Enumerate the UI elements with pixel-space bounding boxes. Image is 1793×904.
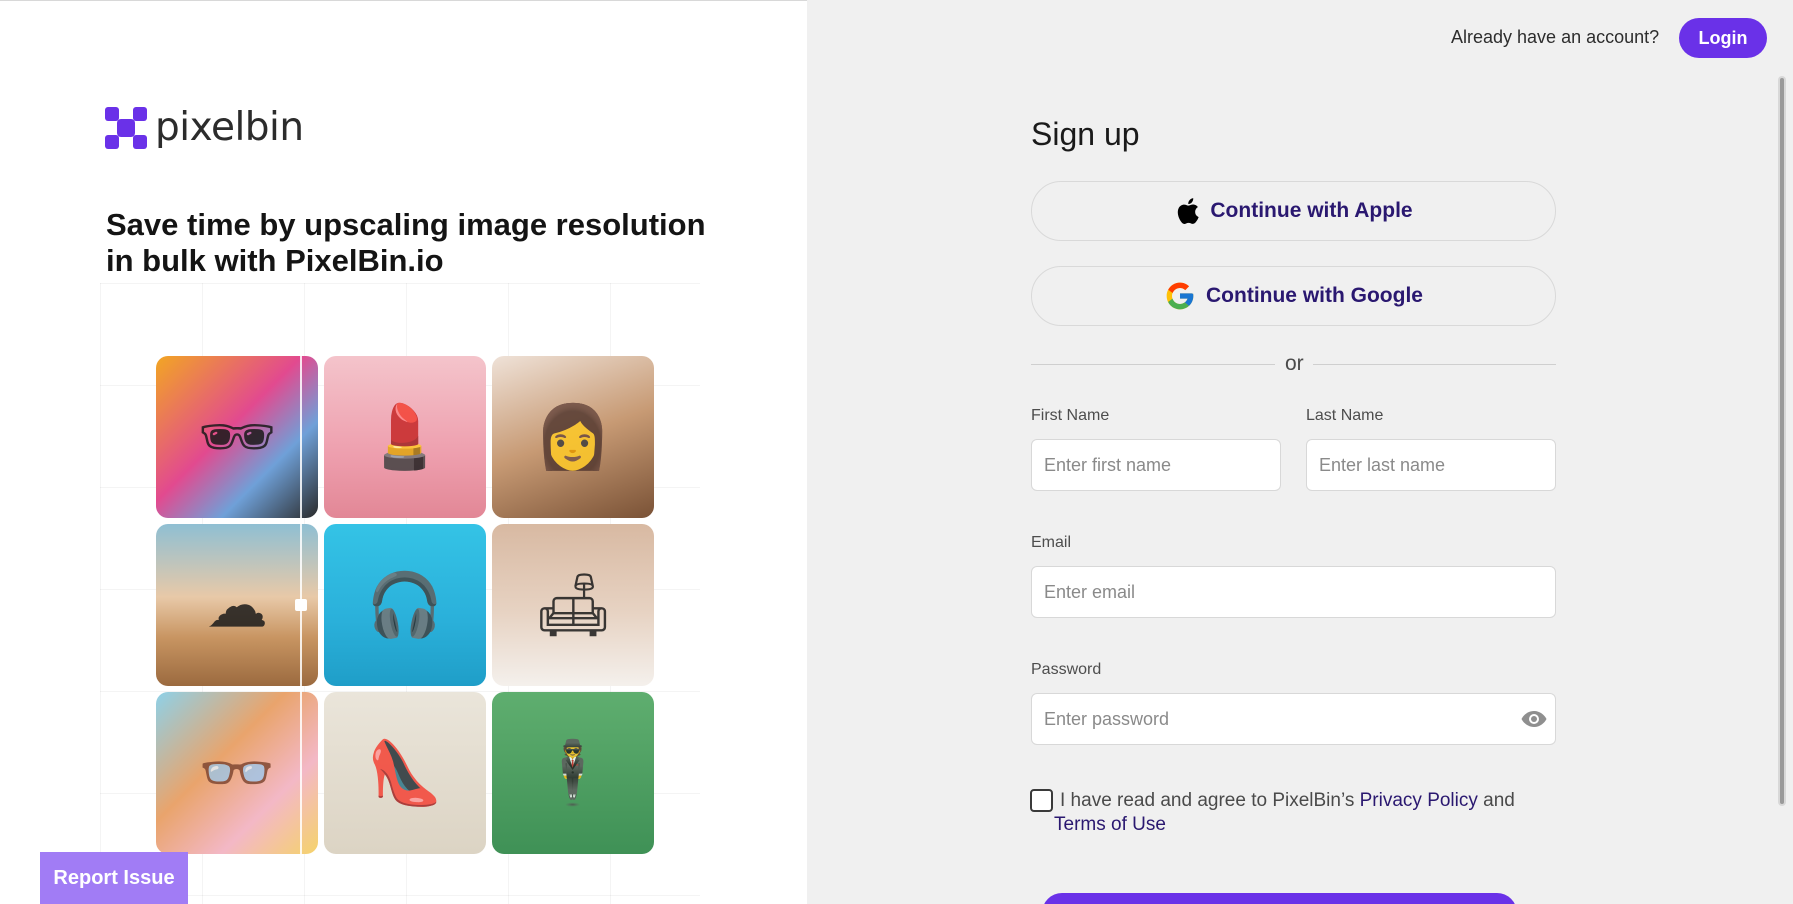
password-field[interactable] (1031, 693, 1556, 745)
terms-checkbox[interactable] (1030, 789, 1053, 812)
signup-panel (807, 0, 1793, 904)
brand-name: pixelbin (155, 105, 304, 150)
or-text: or (1285, 352, 1304, 375)
man-suit-icon: 🕴 (534, 736, 612, 809)
signup-title: Sign up (1031, 116, 1140, 152)
lipstick-icon: 💄 (366, 400, 444, 473)
sofa-icon: 🛋 (533, 568, 613, 641)
show-password-eye-icon[interactable] (1520, 709, 1548, 729)
privacy-policy-link[interactable]: Privacy Policy (1360, 790, 1478, 811)
high-heel-icon: 👠 (366, 736, 444, 809)
gallery-image: 👩 (492, 356, 654, 518)
gallery-image: 👓 (156, 692, 318, 854)
last-name-field[interactable] (1306, 439, 1556, 491)
apple-icon (1178, 198, 1200, 224)
gallery-image: 🕶 (156, 356, 318, 518)
agree-text: I have read and agree to PixelBin’s Priv… (1060, 790, 1515, 812)
sunglasses-icon: 🕶 (197, 400, 277, 473)
gallery-image: 🎧 (324, 524, 486, 686)
sample-image-gallery: 🕶 💄 👩 ☁ 🎧 🛋 👓 👠 🕴 (156, 356, 654, 854)
email-label: Email (1031, 534, 1072, 551)
continue-with-google-button[interactable]: Continue with Google (1031, 266, 1556, 326)
cloud-icon: ☁ (206, 568, 268, 642)
divider-line-left (1031, 364, 1275, 365)
login-button[interactable]: Login (1679, 18, 1767, 58)
google-label: Continue with Google (1206, 284, 1423, 307)
report-issue-button[interactable]: Report Issue (40, 852, 188, 904)
or-divider: or (1031, 352, 1556, 378)
already-have-account-text: Already have an account? (1451, 27, 1660, 47)
email-field[interactable] (1031, 566, 1556, 618)
terms-of-use-link[interactable]: Terms of Use (1054, 814, 1166, 836)
apple-label: Continue with Apple (1210, 199, 1413, 222)
comparison-slider-handle[interactable] (295, 599, 307, 611)
headline: Save time by upscaling image resolution … (106, 207, 706, 278)
scrollbar-thumb[interactable] (1780, 78, 1784, 804)
agree-prefix: I have read and agree to PixelBin’s (1060, 790, 1355, 811)
divider-line-right (1313, 364, 1556, 365)
gallery-image: 🕴 (492, 692, 654, 854)
gallery-image: 💄 (324, 356, 486, 518)
continue-with-apple-button[interactable]: Continue with Apple (1031, 181, 1556, 241)
marketing-panel: pixelbin Save time by upscaling image re… (0, 0, 807, 904)
first-name-label: First Name (1031, 407, 1110, 424)
headphones-icon: 🎧 (366, 568, 444, 641)
first-name-field[interactable] (1031, 439, 1281, 491)
glasses-icon: 👓 (198, 736, 276, 809)
pixelbin-logo-icon (105, 106, 147, 149)
woman-icon: 👩 (534, 400, 612, 473)
google-icon (1166, 282, 1194, 310)
pixelbin-logo: pixelbin (105, 105, 304, 150)
gallery-image: ☁ (156, 524, 318, 686)
last-name-label: Last Name (1306, 407, 1384, 424)
gallery-image: 🛋 (492, 524, 654, 686)
agree-and: and (1483, 790, 1515, 811)
gallery-image: 👠 (324, 692, 486, 854)
create-account-button[interactable] (1042, 893, 1517, 904)
password-label: Password (1031, 661, 1102, 678)
